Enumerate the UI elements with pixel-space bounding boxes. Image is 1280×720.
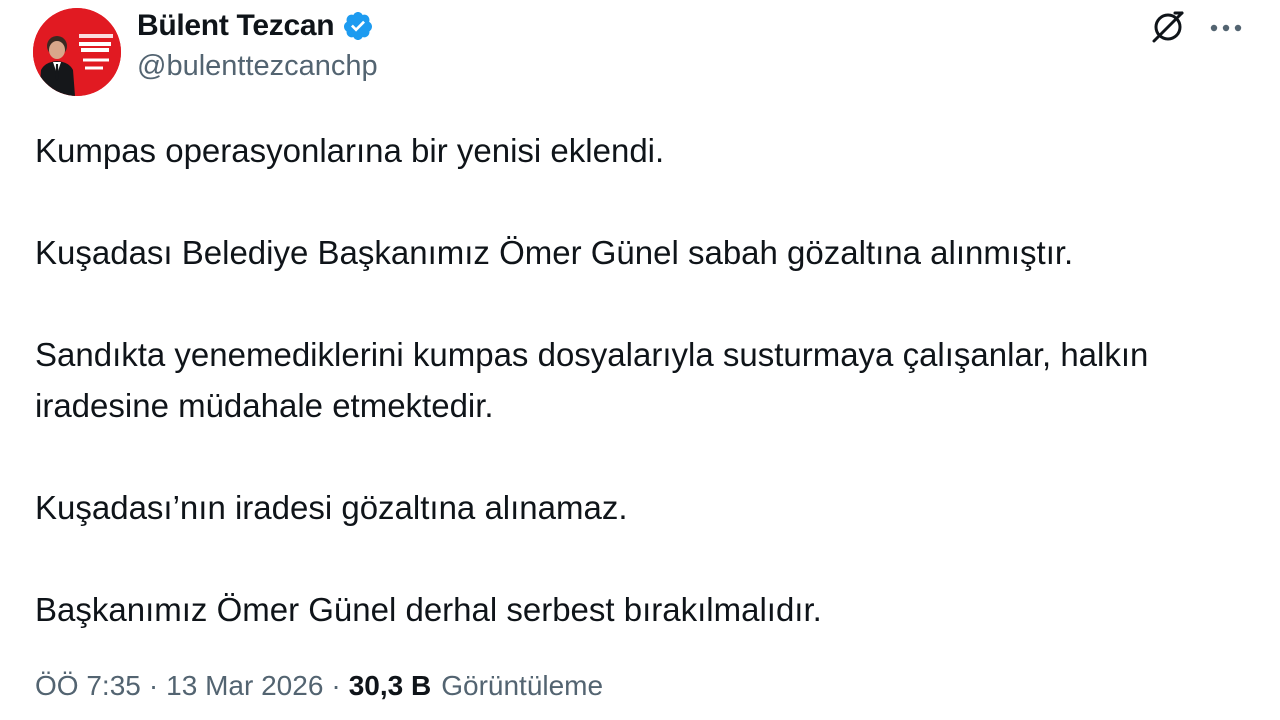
- grok-icon[interactable]: [1148, 6, 1188, 46]
- tweet-paragraph: Kumpas operasyonlarına bir yenisi eklend…: [35, 132, 665, 169]
- avatar-image: [33, 8, 121, 96]
- more-options-icon[interactable]: [1204, 6, 1248, 46]
- tweet-paragraph: Kuşadası Belediye Başkanımız Ömer Günel …: [35, 234, 1074, 271]
- tweet: Bülent Tezcan @bulenttezcanchp Kumpas op…: [0, 0, 1280, 720]
- meta-separator: ·: [331, 670, 341, 701]
- tweet-meta: ÖÖ 7:35 · 13 Mar 2026 · 30,3 B Görüntüle…: [35, 670, 603, 702]
- author-handle[interactable]: @bulenttezcanchp: [137, 50, 378, 83]
- author-name-row: Bülent Tezcan: [137, 6, 374, 46]
- views-label: Görüntüleme: [441, 670, 604, 701]
- avatar[interactable]: [33, 8, 121, 96]
- meta-separator: ·: [148, 670, 159, 701]
- verified-badge-icon[interactable]: [342, 10, 374, 42]
- author-name[interactable]: Bülent Tezcan: [137, 9, 335, 43]
- tweet-date[interactable]: 13 Mar 2026: [166, 670, 323, 702]
- tweet-time[interactable]: ÖÖ 7:35: [35, 670, 141, 702]
- tweet-paragraph: Başkanımız Ömer Günel derhal serbest bır…: [35, 591, 822, 628]
- tweet-paragraph: Kuşadası’nın iradesi gözaltına alınamaz.: [35, 489, 628, 526]
- tweet-paragraph: Sandıkta yenemediklerini kumpas dosyalar…: [35, 336, 1149, 424]
- views-count: 30,3 B: [348, 670, 432, 701]
- tweet-text: Kumpas operasyonlarına bir yenisi eklend…: [35, 125, 1255, 635]
